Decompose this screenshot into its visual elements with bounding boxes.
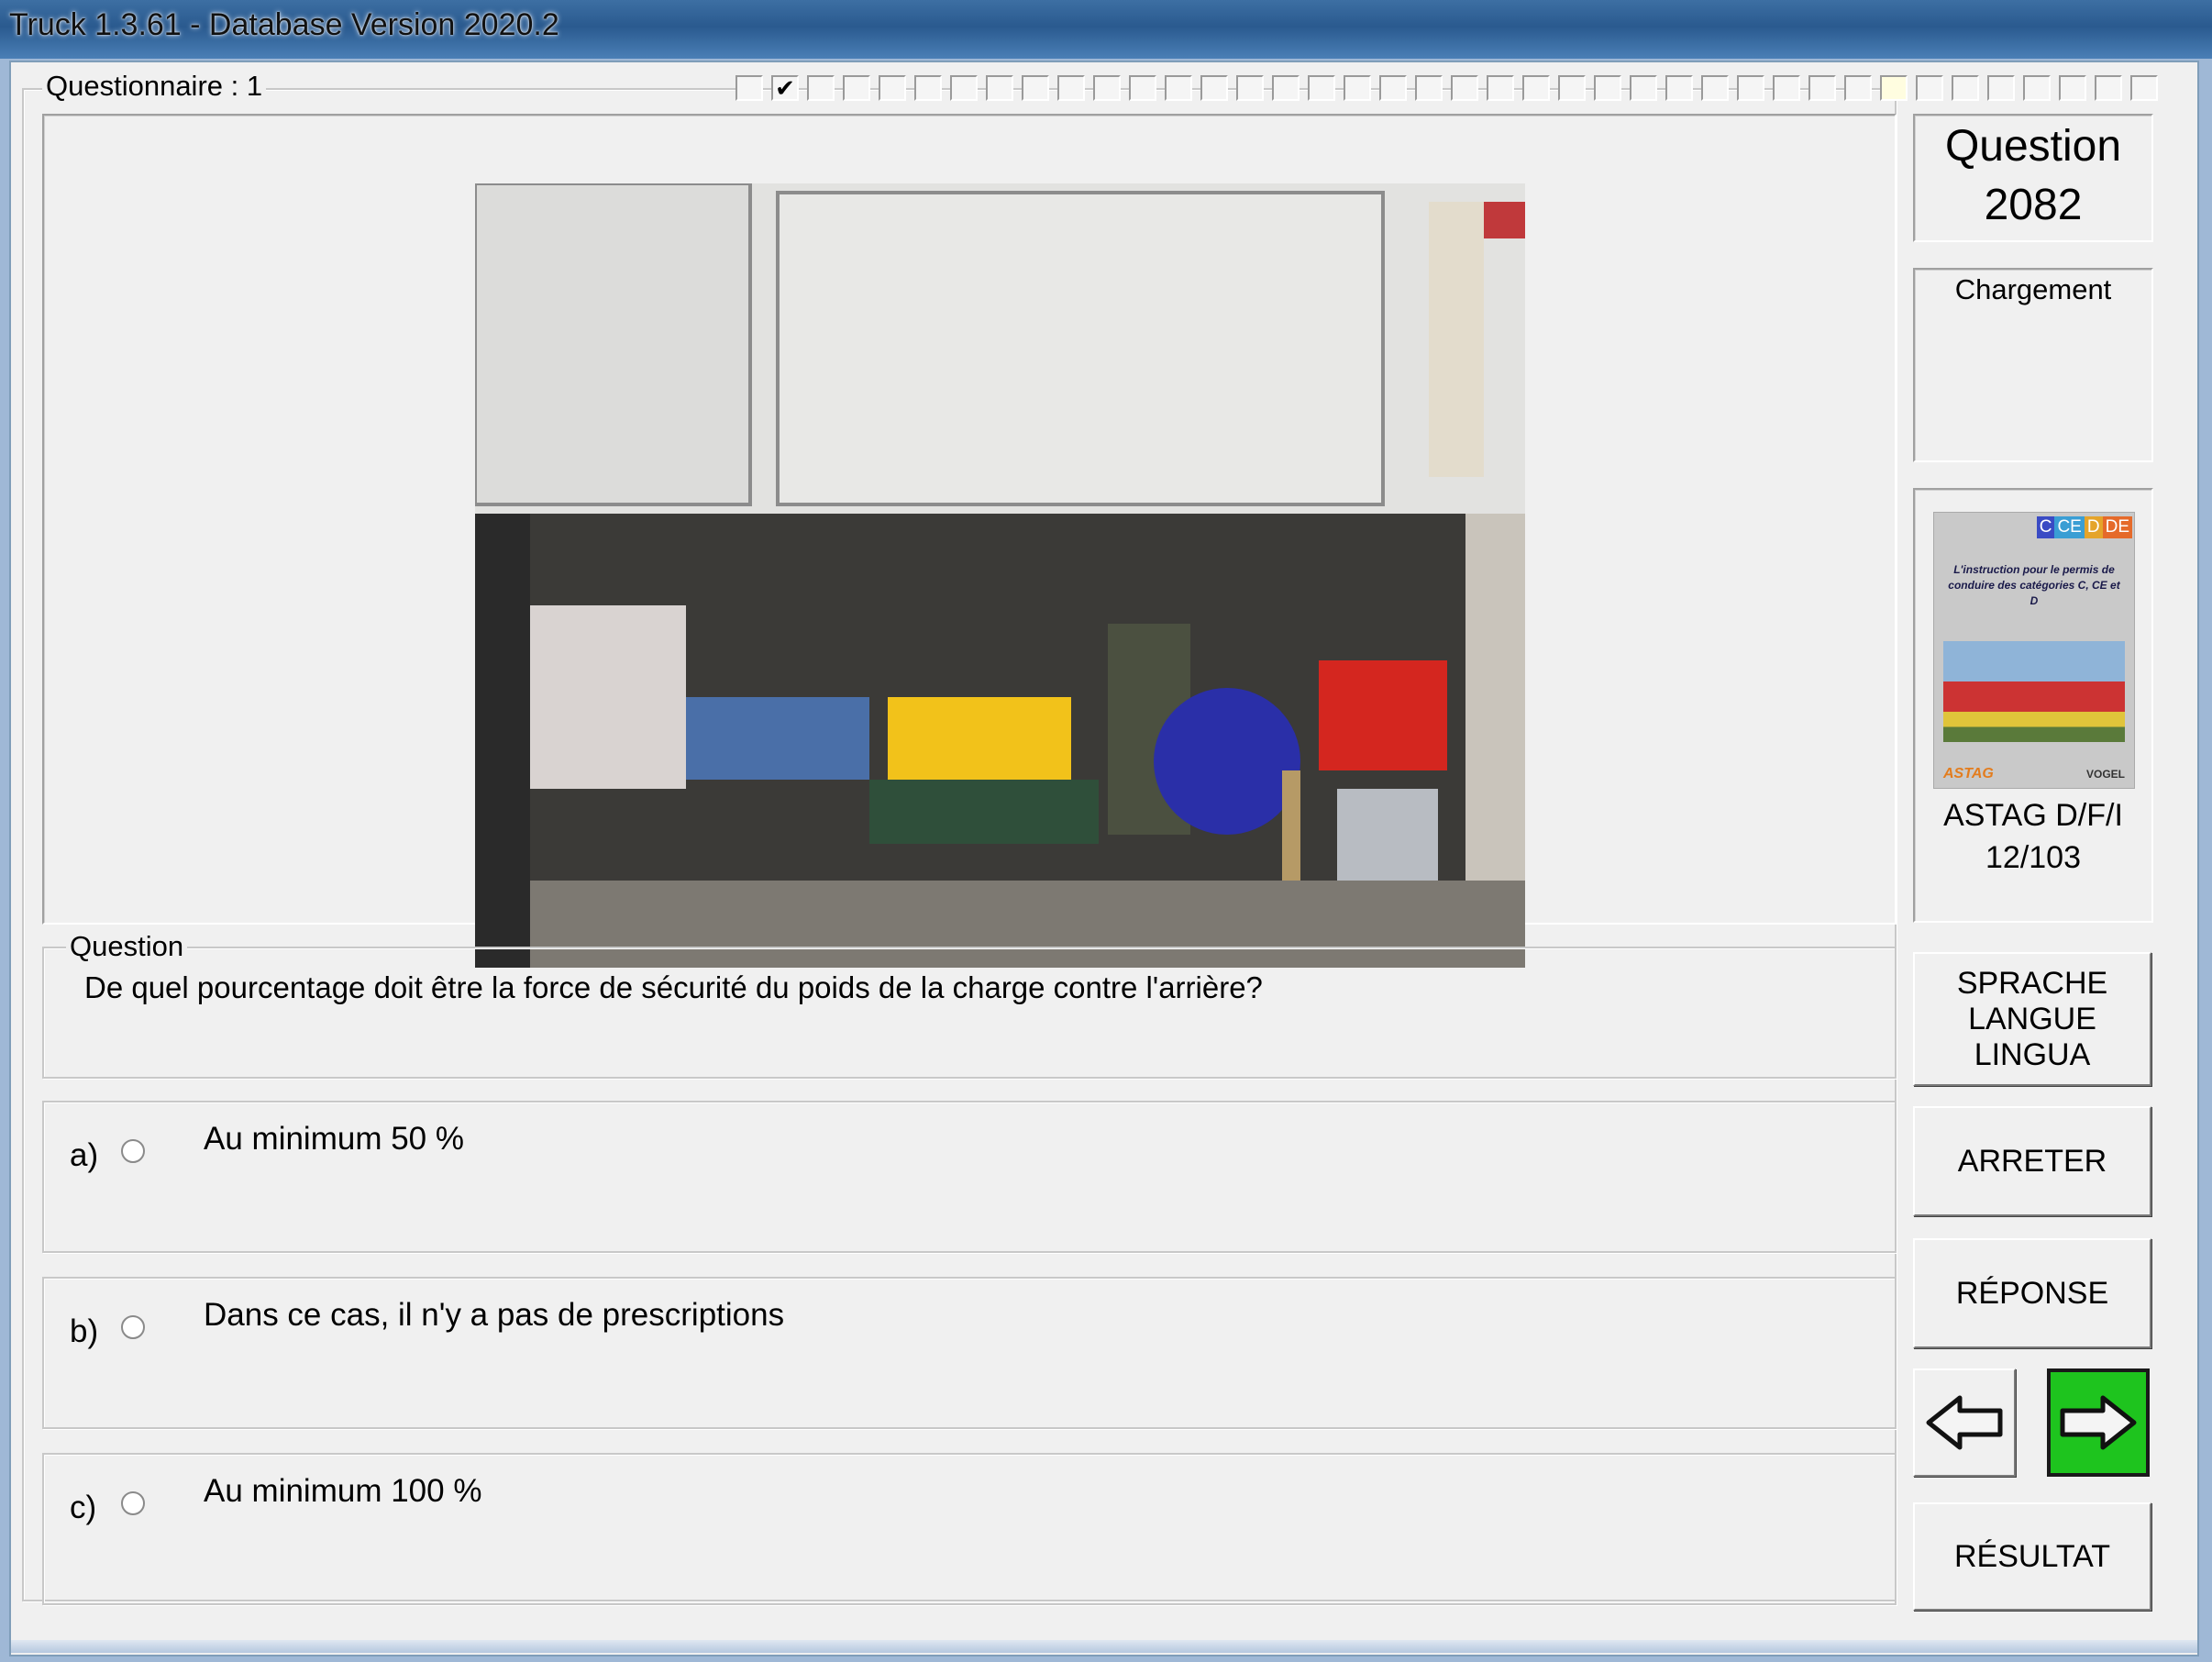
answer-text[interactable]: Dans ce cas, il n'y a pas de prescriptio… (204, 1297, 784, 1334)
answer-letter: b) (70, 1313, 99, 1349)
book-title: L'instruction pour le permis de conduire… (1948, 563, 2120, 607)
book-publisher: ASTAG D/F/I (1943, 798, 2123, 833)
progress-cell (1272, 75, 1300, 101)
progress-cell (1880, 75, 1908, 101)
result-button[interactable]: RÉSULTAT (1913, 1502, 2151, 1611)
answer-letter: c) (70, 1490, 97, 1525)
previous-question-button[interactable] (1913, 1368, 2016, 1477)
progress-cell (1200, 75, 1228, 101)
book-logo-right: VOGEL (2085, 768, 2125, 781)
progress-cell (1057, 75, 1085, 101)
progress-cell (950, 75, 978, 101)
image-panel (42, 114, 1897, 968)
book-cover-image: C CE D DE L'instruction pour le permis d… (1933, 512, 2135, 789)
answer-text[interactable]: Au minimum 100 % (204, 1473, 481, 1510)
progress-cell (1844, 75, 1872, 101)
book-reference-box: C CE D DE L'instruction pour le permis d… (1913, 488, 2153, 923)
answer-a-radio[interactable] (121, 1139, 145, 1163)
title-bar: Truck 1.3.61 - Database Version 2020.2 (0, 0, 2212, 59)
answer-b-radio[interactable] (121, 1315, 145, 1339)
category-box: Chargement (1913, 268, 2153, 462)
progress-cell (1952, 75, 1979, 101)
progress-cell (2023, 75, 2051, 101)
language-label-de: SPRACHE (1956, 965, 2108, 1001)
progress-cell (986, 75, 1013, 101)
answer-button[interactable]: RÉPONSE (1913, 1238, 2151, 1348)
category-tag: C (2036, 516, 2055, 538)
progress-cell (1236, 75, 1264, 101)
question-progress-bar: ✔ (735, 75, 2166, 103)
book-photo (1943, 641, 2125, 742)
progress-cell (1808, 75, 1836, 101)
question-number-box: Question 2082 (1913, 114, 2153, 242)
question-frame-label: Question (66, 930, 188, 963)
progress-cell (735, 75, 763, 101)
questionnaire-label: Questionnaire : 1 (42, 70, 267, 103)
progress-cell (1379, 75, 1407, 101)
progress-cell (1701, 75, 1729, 101)
stop-button[interactable]: ARRETER (1913, 1106, 2151, 1216)
answer-b[interactable]: b) Dans ce cas, il n'y a pas de prescrip… (42, 1277, 1897, 1429)
progress-cell (1165, 75, 1192, 101)
next-question-button[interactable] (2047, 1368, 2150, 1477)
progress-cell (1558, 75, 1586, 101)
answer-letter: a) (70, 1137, 99, 1173)
question-number: 2082 (1984, 181, 2083, 229)
progress-cell: ✔ (771, 75, 799, 101)
progress-cell (1415, 75, 1443, 101)
progress-cell (2130, 75, 2158, 101)
language-button[interactable]: SPRACHE LANGUE LINGUA (1913, 952, 2151, 1086)
progress-cell (1737, 75, 1764, 101)
progress-cell (1522, 75, 1550, 101)
status-strip (11, 1640, 2197, 1653)
answer-text[interactable]: Au minimum 50 % (204, 1121, 464, 1158)
category-tag: DE (2102, 516, 2132, 538)
answer-a[interactable]: a) Au minimum 50 % (42, 1101, 1897, 1253)
language-label-fr: LANGUE (1968, 1001, 2096, 1036)
progress-cell (1129, 75, 1156, 101)
arrow-right-icon (2060, 1395, 2137, 1450)
book-logo-left: ASTAG (1943, 766, 1994, 781)
progress-cell (1022, 75, 1049, 101)
answer-c[interactable]: c) Au minimum 100 % (42, 1453, 1897, 1605)
progress-cell (1665, 75, 1693, 101)
progress-cell (879, 75, 906, 101)
category-tag: D (2084, 516, 2103, 538)
window-title: Truck 1.3.61 - Database Version 2020.2 (9, 7, 559, 42)
progress-cell (807, 75, 835, 101)
main-window: Questionnaire : 1 ✔ Question De quel pou… (9, 61, 2199, 1656)
category-tag: CE (2054, 516, 2085, 538)
progress-cell (1344, 75, 1371, 101)
progress-cell (2059, 75, 2086, 101)
question-number-label: Question (1944, 122, 2122, 171)
book-page-reference: 12/103 (1985, 840, 2081, 875)
progress-cell (1773, 75, 1800, 101)
question-photo (475, 183, 1525, 968)
answer-c-radio[interactable] (121, 1491, 145, 1515)
progress-cell (914, 75, 942, 101)
progress-cell (843, 75, 870, 101)
progress-cell (1451, 75, 1478, 101)
progress-cell (1093, 75, 1121, 101)
question-text: De quel pourcentage doit être la force d… (84, 970, 1263, 1004)
question-category: Chargement (1954, 273, 2112, 305)
progress-cell (2095, 75, 2122, 101)
progress-cell (1487, 75, 1514, 101)
progress-cell (1987, 75, 2015, 101)
progress-cell (1630, 75, 1657, 101)
language-label-it: LINGUA (1974, 1036, 2091, 1072)
progress-cell (1308, 75, 1335, 101)
arrow-left-icon (1926, 1395, 2003, 1450)
progress-cell (1594, 75, 1621, 101)
book-category-strip: C CE D DE (2036, 516, 2132, 538)
progress-cell (1916, 75, 1943, 101)
question-frame (42, 947, 1897, 1079)
